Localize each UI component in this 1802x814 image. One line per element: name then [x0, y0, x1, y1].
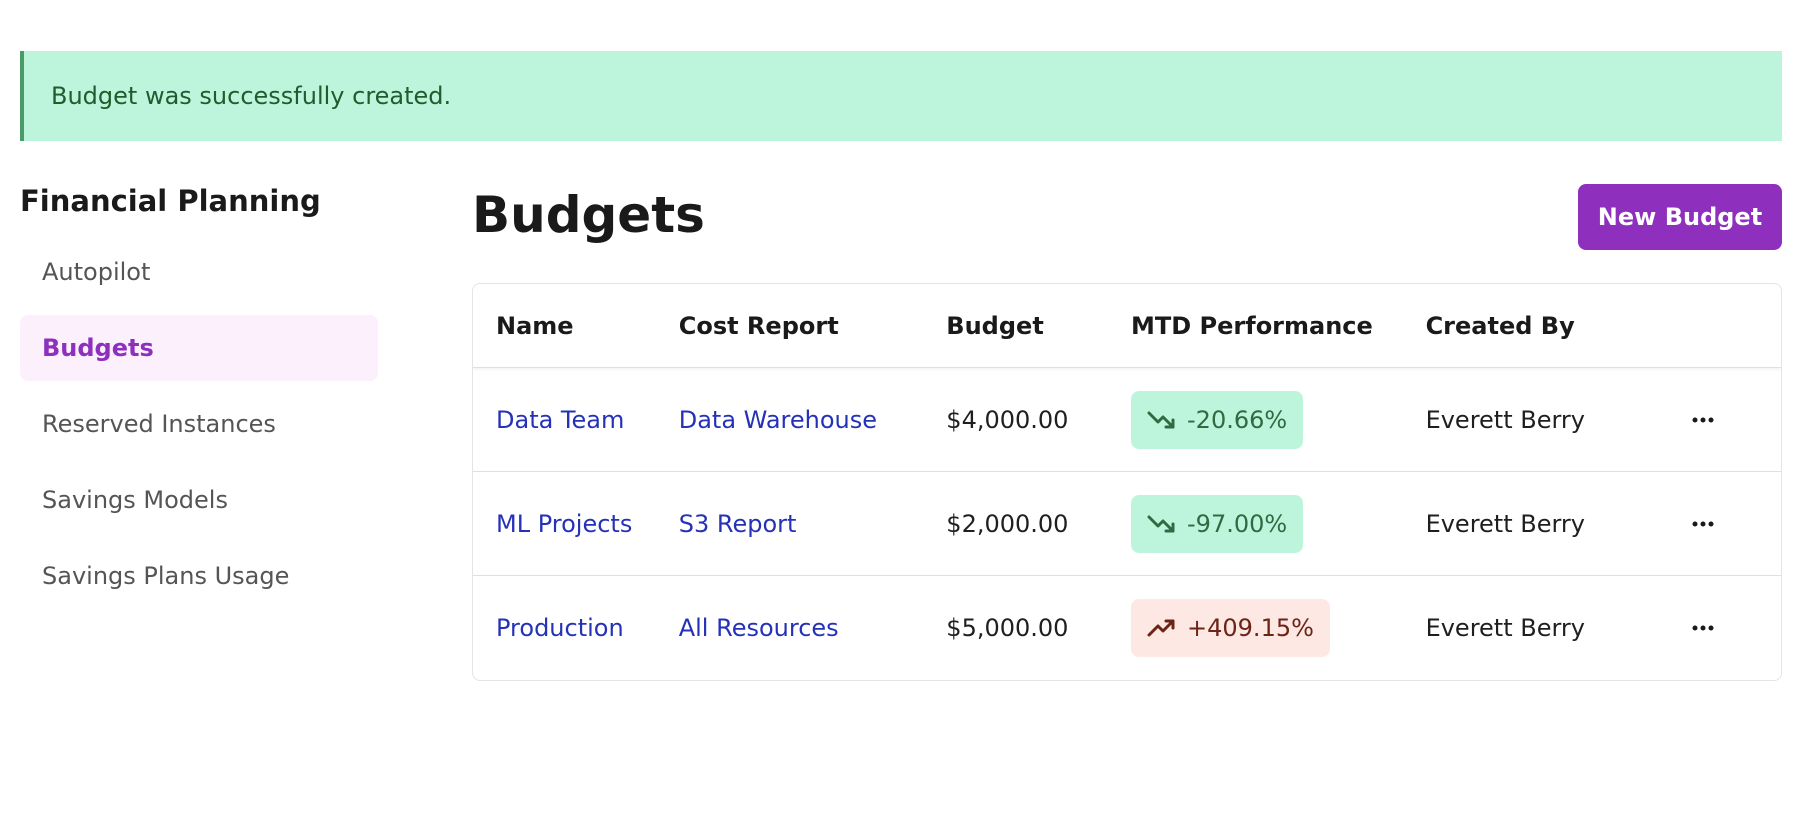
sidebar-item-savings-plans-usage[interactable]: Savings Plans Usage: [20, 543, 378, 609]
success-flash-banner: Budget was successfully created.: [20, 51, 1782, 141]
column-header-cost-report[interactable]: Cost Report: [679, 312, 947, 340]
budget-name-link[interactable]: Production: [496, 614, 624, 642]
mtd-performance-value: +409.15%: [1187, 614, 1314, 642]
cost-report-link[interactable]: Data Warehouse: [679, 406, 877, 434]
mtd-performance-badge: -97.00%: [1131, 494, 1304, 553]
sidebar: Financial Planning Autopilot Budgets Res…: [20, 175, 378, 619]
more-actions-icon[interactable]: [1683, 400, 1723, 440]
page-title: Budgets: [472, 186, 705, 244]
created-by: Everett Berry: [1425, 405, 1585, 434]
sidebar-item-reserved-instances[interactable]: Reserved Instances: [20, 391, 378, 457]
sidebar-item-savings-models[interactable]: Savings Models: [20, 467, 378, 533]
created-by: Everett Berry: [1425, 509, 1585, 538]
table-header-row: Name Cost Report Budget MTD Performance …: [473, 284, 1781, 368]
budget-amount: $4,000.00: [946, 405, 1069, 434]
column-header-budget[interactable]: Budget: [946, 312, 1131, 340]
mtd-performance-value: -97.00%: [1187, 509, 1288, 538]
mtd-performance-badge: +409.15%: [1131, 599, 1330, 657]
more-actions-icon[interactable]: [1683, 608, 1723, 648]
cost-report-link[interactable]: S3 Report: [679, 510, 797, 538]
sidebar-item-budgets[interactable]: Budgets: [20, 315, 378, 381]
table-row: Production All Resources $5,000.00 +409.…: [473, 576, 1781, 680]
budgets-table: Name Cost Report Budget MTD Performance …: [472, 283, 1782, 681]
table-row: Data Team Data Warehouse $4,000.00 -20.6…: [473, 368, 1781, 472]
sidebar-item-autopilot[interactable]: Autopilot: [20, 239, 378, 305]
trending-down-icon: [1147, 411, 1175, 428]
table-row: ML Projects S3 Report $2,000.00 -97.00% …: [473, 472, 1781, 576]
budget-name-link[interactable]: Data Team: [496, 406, 624, 434]
sidebar-nav: Autopilot Budgets Reserved Instances Sav…: [20, 239, 378, 609]
created-by: Everett Berry: [1425, 614, 1585, 642]
budget-amount: $5,000.00: [946, 614, 1069, 642]
column-header-created-by[interactable]: Created By: [1426, 312, 1684, 340]
page-header: Budgets New Budget: [472, 184, 1782, 250]
column-header-mtd-performance[interactable]: MTD Performance: [1131, 312, 1426, 340]
mtd-performance-value: -20.66%: [1187, 405, 1288, 434]
sidebar-title: Financial Planning: [20, 184, 321, 218]
cost-report-link[interactable]: All Resources: [679, 614, 839, 642]
new-budget-button[interactable]: New Budget: [1578, 184, 1782, 250]
main-content: Budgets New Budget Name Cost Report Budg…: [472, 184, 1782, 681]
budget-amount: $2,000.00: [946, 509, 1069, 538]
column-header-name[interactable]: Name: [473, 312, 679, 340]
trending-up-icon: [1147, 619, 1175, 637]
trending-down-icon: [1147, 515, 1175, 532]
flash-message: Budget was successfully created.: [51, 82, 452, 110]
budget-name-link[interactable]: ML Projects: [496, 510, 632, 538]
more-actions-icon[interactable]: [1683, 504, 1723, 544]
mtd-performance-badge: -20.66%: [1131, 390, 1304, 449]
